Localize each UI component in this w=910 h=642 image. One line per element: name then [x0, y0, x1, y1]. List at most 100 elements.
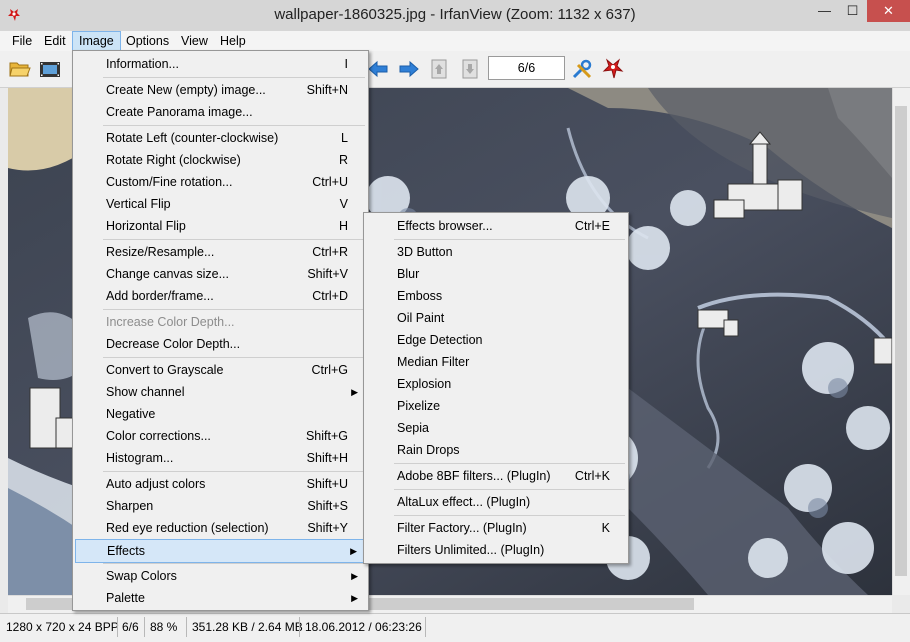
arrow-left-icon[interactable] [366, 57, 390, 81]
image-menu-item-decrease-color-depth[interactable]: Decrease Color Depth... [75, 333, 366, 355]
image-menu-item-effects[interactable]: Effects ▶ [75, 539, 366, 563]
image-menu-item-auto-adjust-colors[interactable]: Auto adjust colors Shift+U [75, 473, 366, 495]
menu-item-label: Vertical Flip [106, 197, 171, 211]
menu-item-shortcut: Shift+N [306, 83, 348, 97]
irfanview-logo-icon[interactable] [601, 57, 625, 81]
effects-menu-item-median-filter[interactable]: Median Filter [366, 351, 626, 373]
image-menu-item-vertical-flip[interactable]: Vertical Flip V [75, 193, 366, 215]
image-menu-item-create-panorama-image[interactable]: Create Panorama image... [75, 101, 366, 123]
image-menu-item-custom-fine-rotation[interactable]: Custom/Fine rotation... Ctrl+U [75, 171, 366, 193]
image-menu-item-sharpen[interactable]: Sharpen Shift+S [75, 495, 366, 517]
status-zoom: 88 % [150, 620, 178, 634]
menu-item-label: Information... [106, 57, 179, 71]
image-menu-item-histogram[interactable]: Histogram... Shift+H [75, 447, 366, 469]
effects-menu-item-explosion[interactable]: Explosion [366, 373, 626, 395]
menu-item-label: Adobe 8BF filters... (PlugIn) [397, 469, 551, 483]
menu-item-shortcut: Ctrl+R [312, 245, 348, 259]
maximize-button[interactable]: ☐ [839, 0, 866, 22]
effects-menu-item-sepia[interactable]: Sepia [366, 417, 626, 439]
menu-item-label: Horizontal Flip [106, 219, 186, 233]
open-folder-icon[interactable] [8, 57, 32, 81]
menu-item-label: Change canvas size... [106, 267, 229, 281]
submenu-arrow-icon: ▶ [351, 387, 358, 397]
image-menu-item-rotate-right-clockwise[interactable]: Rotate Right (clockwise) R [75, 149, 366, 171]
effects-menu-item-filters-unlimited-plugin[interactable]: Filters Unlimited... (PlugIn) [366, 539, 626, 561]
submenu-arrow-icon: ▶ [351, 571, 358, 581]
image-menu-item-change-canvas-size[interactable]: Change canvas size... Shift+V [75, 263, 366, 285]
menu-item-shortcut: H [338, 219, 348, 233]
menu-item-label: Emboss [397, 289, 443, 303]
menu-options[interactable]: Options [120, 32, 175, 50]
menu-item-label: Show channel [106, 385, 185, 399]
menu-separator [103, 357, 365, 358]
effects-menu-item-rain-drops[interactable]: Rain Drops [366, 439, 626, 461]
page-indicator[interactable]: 6/6 [488, 56, 565, 80]
image-menu-item-swap-colors[interactable]: Swap Colors ▶ [75, 565, 366, 587]
menu-item-label: Create Panorama image... [106, 105, 253, 119]
effects-menu-item-altalux-effect-plugin[interactable]: AltaLux effect... (PlugIn) [366, 491, 626, 513]
menu-help[interactable]: Help [214, 32, 252, 50]
effects-menu-item-3d-button[interactable]: 3D Button [366, 241, 626, 263]
status-divider [117, 617, 118, 637]
page-down-icon[interactable] [458, 57, 482, 81]
image-menu-item-negative[interactable]: Negative [75, 403, 366, 425]
menu-edit[interactable]: Edit [38, 32, 72, 50]
menu-item-label: Edge Detection [397, 333, 483, 347]
menu-item-shortcut: I [344, 57, 348, 71]
menu-item-label: Convert to Grayscale [106, 363, 224, 377]
vertical-scroll-thumb[interactable] [895, 106, 907, 576]
menu-file[interactable]: File [6, 32, 38, 50]
status-index: 6/6 [122, 620, 139, 634]
effects-menu-item-edge-detection[interactable]: Edge Detection [366, 329, 626, 351]
image-menu-item-horizontal-flip[interactable]: Horizontal Flip H [75, 215, 366, 237]
image-menu-item-rotate-left-counter-clockwise[interactable]: Rotate Left (counter-clockwise) L [75, 127, 366, 149]
image-menu-item-resize-resample[interactable]: Resize/Resample... Ctrl+R [75, 241, 366, 263]
tools-icon[interactable] [570, 57, 594, 81]
menu-item-label: Decrease Color Depth... [106, 337, 241, 351]
menu-item-shortcut: K [601, 521, 610, 535]
close-button[interactable]: ✕ [867, 0, 910, 22]
image-menu-item-convert-to-grayscale[interactable]: Convert to Grayscale Ctrl+G [75, 359, 366, 381]
effects-menu-item-effects-browser[interactable]: Effects browser... Ctrl+E [366, 215, 626, 237]
effects-menu-item-filter-factory-plugin[interactable]: Filter Factory... (PlugIn) K [366, 517, 626, 539]
image-menu-item-information[interactable]: Information... I [75, 53, 366, 75]
image-menu-item-color-corrections[interactable]: Color corrections... Shift+G [75, 425, 366, 447]
menu-item-label: Add border/frame... [106, 289, 214, 303]
image-menu-item-add-border-frame[interactable]: Add border/frame... Ctrl+D [75, 285, 366, 307]
menu-view[interactable]: View [175, 32, 214, 50]
vertical-scrollbar[interactable] [892, 88, 910, 595]
effects-menu-item-emboss[interactable]: Emboss [366, 285, 626, 307]
title-bar[interactable]: wallpaper-1860325.jpg - IrfanView (Zoom:… [0, 0, 910, 31]
menu-separator [103, 77, 365, 78]
menu-item-label: Sepia [397, 421, 429, 435]
effects-menu-item-pixelize[interactable]: Pixelize [366, 395, 626, 417]
menu-item-shortcut: Shift+U [306, 477, 348, 491]
menu-item-label: Effects browser... [397, 219, 493, 233]
image-menu-item-palette[interactable]: Palette ▶ [75, 587, 366, 609]
menu-item-shortcut: Shift+S [307, 499, 348, 513]
menu-item-label: Negative [106, 407, 156, 421]
status-dimensions: 1280 x 720 x 24 BPP [6, 620, 119, 634]
effects-menu-item-adobe-8bf-filters-plugin[interactable]: Adobe 8BF filters... (PlugIn) Ctrl+K [366, 465, 626, 487]
menu-separator [394, 463, 625, 464]
menu-item-label: Create New (empty) image... [106, 83, 266, 97]
menu-separator [103, 471, 365, 472]
minimize-button[interactable]: — [811, 0, 838, 22]
effects-menu-item-blur[interactable]: Blur [366, 263, 626, 285]
menu-item-label: 3D Button [397, 245, 453, 259]
menu-item-shortcut: R [338, 153, 348, 167]
filmstrip-icon[interactable] [38, 57, 62, 81]
menu-item-shortcut: Ctrl+G [311, 363, 348, 377]
image-menu-item-show-channel[interactable]: Show channel ▶ [75, 381, 366, 403]
submenu-arrow-icon: ▶ [351, 593, 358, 603]
menu-item-shortcut: Ctrl+K [574, 469, 610, 483]
menu-image[interactable]: Image [72, 31, 121, 51]
menu-separator [103, 125, 365, 126]
arrow-right-icon[interactable] [397, 57, 421, 81]
image-menu-item-create-new-empty-image[interactable]: Create New (empty) image... Shift+N [75, 79, 366, 101]
menu-item-label: Explosion [397, 377, 452, 391]
page-up-icon[interactable] [427, 57, 451, 81]
image-menu-item-red-eye-reduction-selection[interactable]: Red eye reduction (selection) Shift+Y [75, 517, 366, 539]
menu-separator [394, 239, 625, 240]
effects-menu-item-oil-paint[interactable]: Oil Paint [366, 307, 626, 329]
